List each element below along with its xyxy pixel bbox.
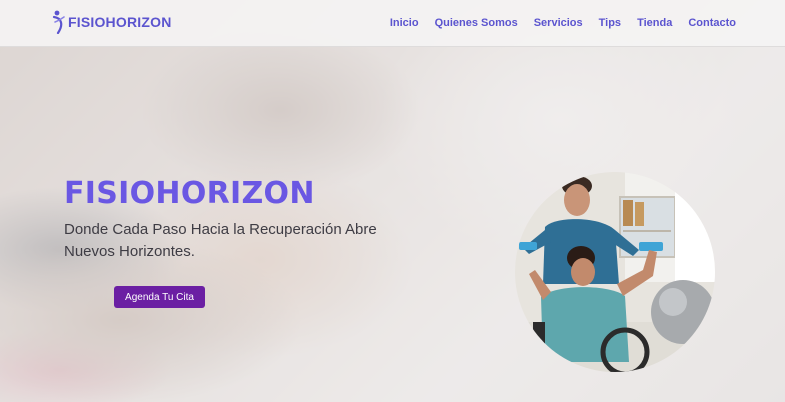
main-nav: Inicio Quienes Somos Servicios Tips Tien… — [374, 17, 736, 29]
logo-text: FISIOHORIZON — [68, 14, 172, 30]
nav-link-inicio[interactable]: Inicio — [390, 17, 419, 29]
hero-title: FISIOHORIZON — [64, 176, 315, 211]
nav-link-tienda[interactable]: Tienda — [637, 17, 672, 29]
nav-link-contacto[interactable]: Contacto — [688, 17, 736, 29]
logo-figure-icon — [52, 10, 66, 35]
hero-subtitle: Donde Cada Paso Hacia la Recuperación Ab… — [64, 221, 377, 260]
nav-link-servicios[interactable]: Servicios — [534, 17, 583, 29]
navbar: FISIOHORIZON Inicio Quienes Somos Servic… — [0, 0, 785, 47]
book-appointment-button[interactable]: Agenda Tu Cita — [114, 286, 205, 308]
nav-link-quienes-somos[interactable]: Quienes Somos — [435, 17, 518, 29]
nav-link-tips[interactable]: Tips — [599, 17, 621, 29]
logo[interactable]: FISIOHORIZON — [52, 10, 172, 35]
therapy-photo — [515, 172, 715, 372]
therapist-with-patient-dumbbells-icon — [515, 172, 715, 372]
